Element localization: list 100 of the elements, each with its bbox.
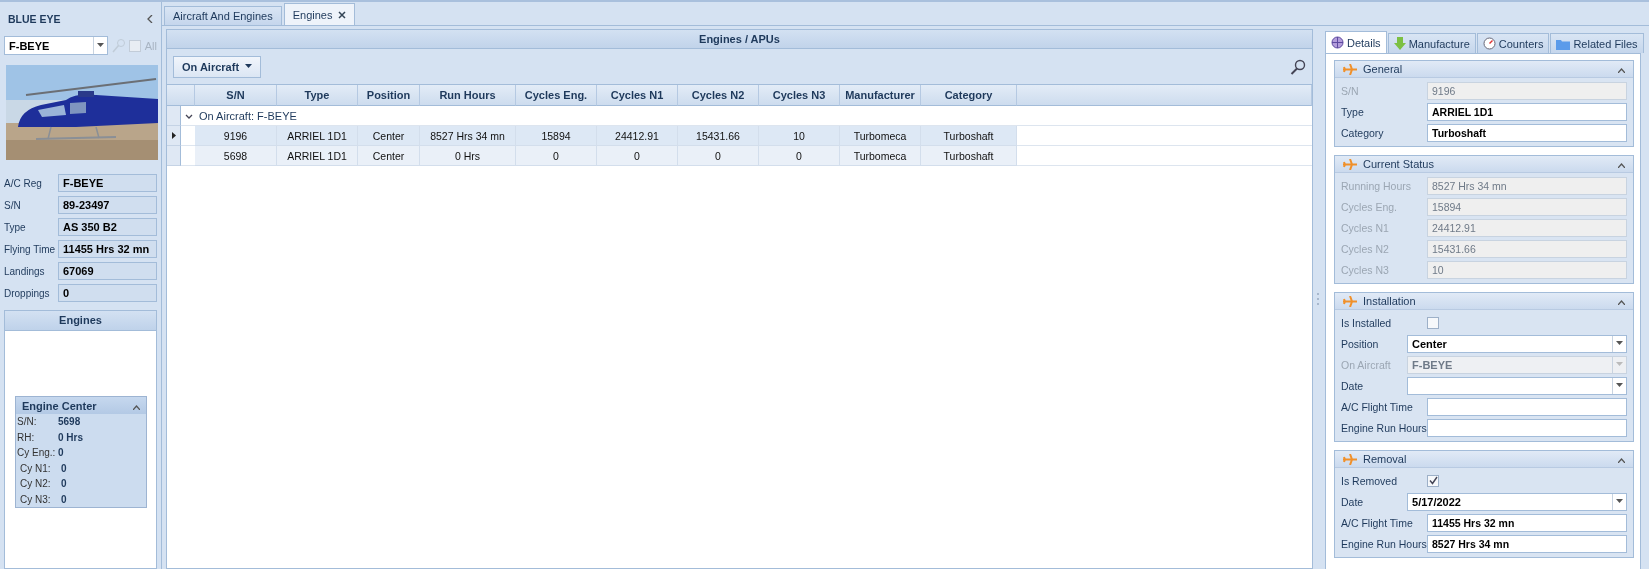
caret-down-icon [97,43,105,48]
field-value: 0 [58,284,157,302]
table-cell: Turboshaft [921,126,1017,146]
checkbox[interactable] [1427,316,1439,329]
panel-title: Engines / APUs [167,30,1312,49]
column-header[interactable]: Position [358,85,420,106]
field-label: Running Hours [1341,179,1413,192]
chevron-up-icon [133,404,140,410]
text-field[interactable]: ARRIEL 1D1 [1427,102,1627,121]
table-cell: Center [358,126,420,146]
card-label: Cy N1: [20,462,52,474]
field-label: Position [1341,337,1380,350]
table-cell: 9196 [195,126,277,146]
column-header[interactable]: Cycles N2 [678,85,759,106]
details-tab[interactable]: Manufacture [1387,33,1476,53]
card-label: RH: [17,431,36,443]
column-header[interactable]: Cycles N3 [759,85,840,106]
table-cell: Turbomeca [840,146,921,166]
plane-icon [1343,63,1357,75]
checkbox[interactable] [1427,474,1439,487]
table-cell: 15431.66 [678,126,759,146]
dropdown-field[interactable] [1407,376,1627,395]
collapse-icon[interactable] [147,15,153,23]
text-field[interactable]: 11455 Hrs 32 mn [1427,513,1627,532]
table-cell: ARRIEL 1D1 [277,126,358,146]
chevron-up-icon [1618,458,1625,463]
plane-icon [1343,453,1357,465]
column-header[interactable]: Run Hours [420,85,516,106]
caret-down-icon [1616,499,1623,504]
table-cell: Turboshaft [921,146,1017,166]
document-tab[interactable]: Aircraft And Engines [164,6,282,25]
document-tab[interactable]: Engines [283,3,356,25]
field-label: Type [1341,105,1365,118]
plane-icon [1343,295,1357,307]
field-label: A/C Flight Time [1341,400,1414,413]
arrow-down-icon [1393,37,1406,50]
chevron-down-icon[interactable] [185,113,193,120]
section-title: General [1363,63,1404,75]
table-cell: ARRIEL 1D1 [277,146,358,166]
field-label: Is Installed [1341,316,1393,329]
panel-title: Engines [5,311,156,331]
text-field[interactable]: Turboshaft [1427,123,1627,142]
column-header[interactable]: Cycles N1 [597,85,678,106]
field-value: 67069 [58,262,157,280]
column-header[interactable]: S/N [195,85,277,106]
section-title: Removal [1363,453,1408,465]
close-icon[interactable] [338,10,347,19]
row-pointer-icon [171,132,176,139]
checkmark-icon [1428,476,1438,485]
field-label: Cycles Eng. [1341,200,1399,213]
column-header[interactable]: Cycles Eng. [516,85,597,106]
table-cell: 24412.91 [597,126,678,146]
dropdown-field[interactable]: 5/17/2022 [1407,492,1627,511]
chevron-up-icon [1618,163,1625,168]
table-cell: 0 Hrs [420,146,516,166]
field-value: AS 350 B2 [58,218,157,236]
gauge-icon [1482,37,1496,50]
plane-icon [1343,158,1357,170]
text-field[interactable] [1427,397,1627,416]
field-value: F-BEYE [58,174,157,192]
chevron-up-icon [1618,68,1625,73]
card-value: 0 [61,493,67,505]
field-label: S/N [1341,84,1360,97]
column-header[interactable]: Type [277,85,358,106]
details-tab[interactable]: Details [1325,31,1387,53]
table-cell: 0 [516,146,597,166]
header-corner [167,85,195,106]
column-header[interactable]: Manufacturer [840,85,921,106]
caret-down-icon [245,64,253,69]
section-title: Current Status [1363,158,1435,170]
field-label: Flying Time [4,243,57,255]
chevron-up-icon [1618,300,1625,305]
card-value: 0 [61,462,67,474]
field-label: Category [1341,126,1385,139]
field-label: Date [1341,495,1365,508]
group-label: On Aircraft: F-BEYE [199,109,297,122]
card-label: Cy N2: [20,478,52,490]
card-value: 0 Hrs [58,431,83,443]
text-field[interactable] [1427,418,1627,437]
table-cell: 5698 [195,146,277,166]
search-icon[interactable] [1290,58,1306,75]
text-field[interactable]: 8527 Hrs 34 mn [1427,534,1627,553]
field-label: On Aircraft [1341,358,1392,371]
aircraft-title: BLUE EYE [8,13,61,25]
column-header[interactable]: Category [921,85,1017,106]
table-cell: 10 [759,126,840,146]
details-tab[interactable]: Counters [1476,33,1550,53]
field-value: 11455 Hrs 32 mn [58,240,157,258]
details-tab[interactable]: Related Files [1550,33,1644,53]
table-cell: 8527 Hrs 34 mn [420,126,516,146]
filter-button[interactable]: On Aircraft [173,55,262,78]
caret-down-icon [1616,383,1623,388]
section-title: Installation [1363,295,1417,307]
field-label: Cycles N3 [1341,263,1390,276]
aircraft-dropdown[interactable]: F-BEYE [4,36,109,55]
row-indicator[interactable] [167,126,181,146]
dropdown-field[interactable]: Center [1407,334,1627,353]
caret-down-icon [1616,362,1623,367]
field-label: Engine Run Hours [1341,537,1427,550]
card-value: 5698 [58,416,81,428]
